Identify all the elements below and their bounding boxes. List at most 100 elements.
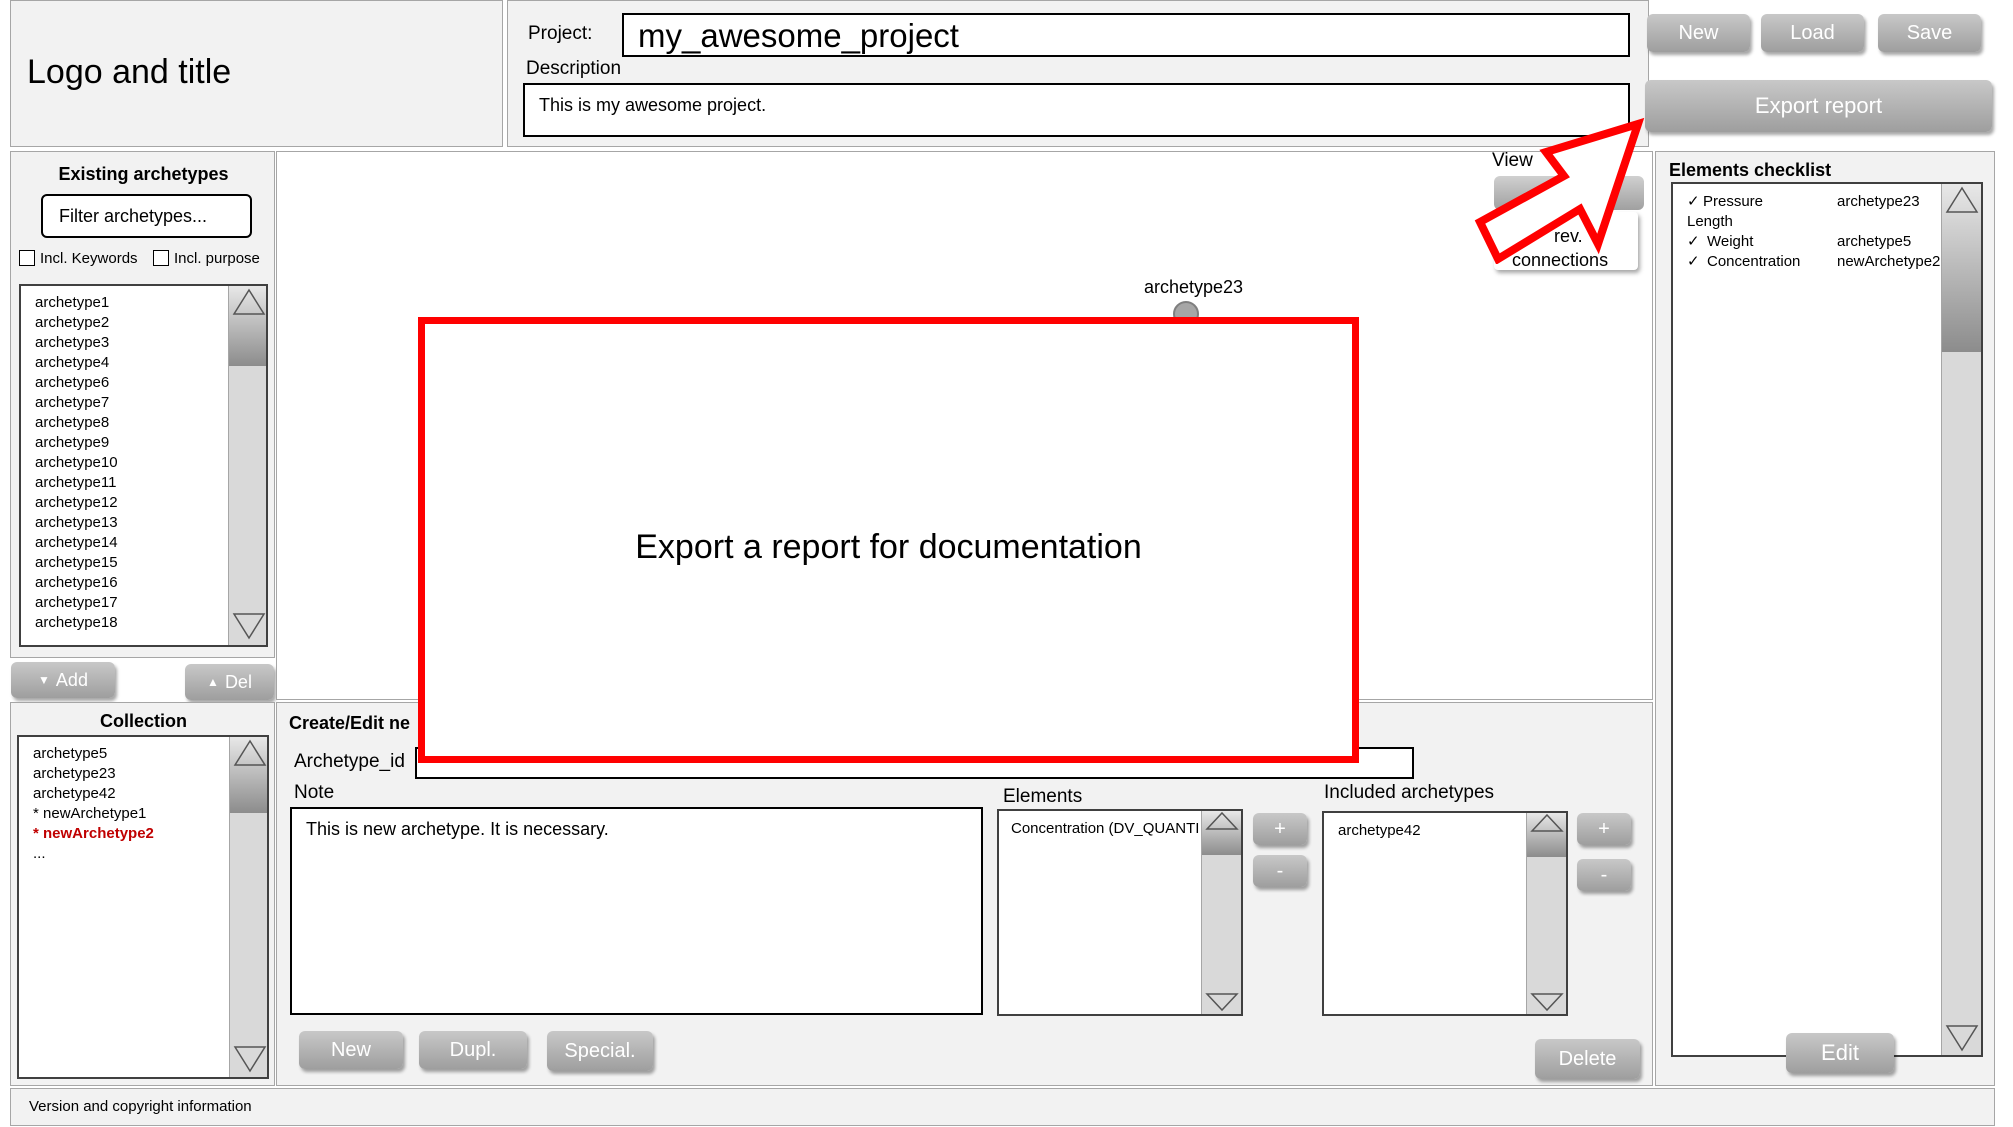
collection-scrollbar[interactable] bbox=[229, 737, 267, 1077]
included-list-items: archetype42 bbox=[1338, 821, 1421, 841]
remove-element-button[interactable]: - bbox=[1253, 855, 1307, 887]
caret-up-icon: ▲ bbox=[207, 675, 219, 689]
collection-panel: Collection archetype5 archetype23 archet… bbox=[10, 702, 275, 1086]
list-item[interactable]: archetype23 bbox=[33, 764, 154, 784]
load-project-button[interactable]: Load bbox=[1761, 14, 1864, 52]
list-item[interactable]: archetype13 bbox=[35, 513, 118, 533]
checklist-title: Elements checklist bbox=[1669, 160, 1832, 180]
caret-down-icon: ▼ bbox=[38, 673, 50, 687]
note-label: Note bbox=[294, 782, 335, 803]
list-item[interactable]: Concentration (DV_QUANTI bbox=[1011, 819, 1211, 839]
incl-keywords-checkbox[interactable]: Incl. Keywords bbox=[19, 250, 138, 267]
collection-title: Collection bbox=[99, 711, 187, 731]
description-value: This is my awesome project. bbox=[539, 95, 767, 115]
list-item-selected[interactable]: * newArchetype2 bbox=[33, 824, 154, 844]
included-scrollbar[interactable] bbox=[1526, 813, 1566, 1014]
keywords-checkbox-box[interactable] bbox=[19, 250, 35, 266]
list-item[interactable]: ... bbox=[33, 844, 154, 864]
list-item[interactable]: * newArchetype1 bbox=[33, 804, 154, 824]
delete-from-collection-button[interactable]: ▲ Del bbox=[185, 664, 274, 700]
list-item[interactable]: archetype4 bbox=[35, 353, 118, 373]
duplicate-archetype-button[interactable]: Dupl. bbox=[419, 1031, 527, 1069]
delete-archetype-button[interactable]: Delete bbox=[1535, 1039, 1640, 1079]
scroll-down-icon[interactable] bbox=[1205, 992, 1239, 1012]
add-to-collection-button[interactable]: ▼ Add bbox=[11, 662, 115, 698]
scroll-up-icon[interactable] bbox=[232, 288, 266, 316]
project-label: Project: bbox=[528, 23, 593, 44]
list-item[interactable]: archetype11 bbox=[35, 473, 118, 493]
checklist-scrollbar[interactable] bbox=[1941, 184, 1981, 1055]
list-item[interactable]: archetype17 bbox=[35, 593, 118, 613]
callout-arrow-icon bbox=[1474, 117, 1645, 264]
add-included-button[interactable]: + bbox=[1577, 813, 1631, 845]
logo-panel: Logo and title bbox=[10, 0, 503, 147]
archetypes-panel-title: Existing archetypes bbox=[58, 164, 229, 184]
list-item[interactable]: archetype6 bbox=[35, 373, 118, 393]
del-label: Del bbox=[224, 671, 252, 692]
element-archetype: archetype5 bbox=[1837, 233, 1912, 250]
elements-list[interactable]: Concentration (DV_QUANTI bbox=[997, 809, 1243, 1016]
list-item[interactable]: archetype16 bbox=[35, 573, 118, 593]
included-archetypes-list[interactable]: archetype42 bbox=[1322, 811, 1568, 1016]
checklist-box[interactable]: ✓ Pressure archetype23 Length ✓ Weight arc… bbox=[1671, 182, 1983, 1057]
logo-title: Logo and title bbox=[27, 53, 232, 91]
element-name: Pressure bbox=[1703, 193, 1764, 210]
list-item[interactable]: archetype12 bbox=[35, 493, 118, 513]
elements-scrollbar[interactable] bbox=[1201, 811, 1241, 1014]
description-input[interactable]: This is my awesome project. bbox=[523, 83, 1630, 137]
list-item[interactable]: archetype9 bbox=[35, 433, 118, 453]
archetypes-scrollbar[interactable] bbox=[228, 286, 266, 645]
scroll-up-icon[interactable] bbox=[233, 739, 267, 767]
list-item[interactable]: archetype8 bbox=[35, 413, 118, 433]
archetypes-list[interactable]: archetype1 archetype2 archetype3 archety… bbox=[19, 284, 268, 647]
incl-purpose-checkbox[interactable]: Incl. purpose bbox=[153, 250, 260, 267]
incl-purpose-label: Incl. purpose bbox=[174, 250, 260, 267]
new-archetype-button[interactable]: New bbox=[299, 1031, 403, 1069]
list-item[interactable]: archetype42 bbox=[1338, 821, 1421, 841]
checklist-row[interactable]: Length bbox=[1687, 212, 1957, 232]
node-label: archetype23 bbox=[1144, 277, 1244, 297]
archetype-id-label: Archetype_id bbox=[294, 751, 405, 772]
list-item[interactable]: archetype18 bbox=[35, 613, 118, 633]
archetypes-list-items: archetype1 archetype2 archetype3 archety… bbox=[35, 293, 118, 633]
footer: Version and copyright information bbox=[10, 1088, 1995, 1126]
elements-label: Elements bbox=[1003, 786, 1083, 807]
specialize-archetype-button[interactable]: Special. bbox=[547, 1031, 653, 1071]
scroll-down-icon[interactable] bbox=[1945, 1024, 1979, 1052]
checklist-row[interactable]: ✓ Pressure archetype23 bbox=[1687, 192, 1957, 212]
export-report-button[interactable]: Export report bbox=[1645, 80, 1992, 132]
new-project-button[interactable]: New bbox=[1647, 14, 1750, 52]
scroll-up-icon[interactable] bbox=[1205, 811, 1239, 831]
project-name-input[interactable]: my_awesome_project bbox=[622, 13, 1630, 57]
scroll-down-icon[interactable] bbox=[233, 1045, 267, 1073]
checklist-row[interactable]: ✓ Concentration newArchetype2 bbox=[1687, 252, 1957, 272]
list-item[interactable]: archetype42 bbox=[33, 784, 154, 804]
element-name: Concentration bbox=[1707, 253, 1801, 270]
purpose-checkbox-box[interactable] bbox=[153, 250, 169, 266]
checklist-row[interactable]: ✓ Weight archetype5 bbox=[1687, 232, 1957, 252]
scroll-down-icon[interactable] bbox=[232, 612, 266, 640]
scroll-up-icon[interactable] bbox=[1945, 186, 1979, 214]
filter-archetypes-input[interactable]: Filter archetypes... bbox=[41, 194, 252, 238]
list-item[interactable]: archetype3 bbox=[35, 333, 118, 353]
edit-checklist-button[interactable]: Edit bbox=[1786, 1033, 1894, 1073]
scroll-down-icon[interactable] bbox=[1530, 992, 1564, 1012]
remove-included-button[interactable]: - bbox=[1577, 859, 1631, 891]
collection-list[interactable]: archetype5 archetype23 archetype42 * new… bbox=[17, 735, 269, 1079]
list-item[interactable]: archetype15 bbox=[35, 553, 118, 573]
element-name: Length bbox=[1687, 213, 1733, 230]
scroll-up-icon[interactable] bbox=[1530, 813, 1564, 833]
description-label: Description bbox=[526, 58, 622, 79]
list-item[interactable]: archetype14 bbox=[35, 533, 118, 553]
list-item[interactable]: archetype10 bbox=[35, 453, 118, 473]
list-item[interactable]: archetype2 bbox=[35, 313, 118, 333]
list-item[interactable]: archetype1 bbox=[35, 293, 118, 313]
collection-list-items: archetype5 archetype23 archetype42 * new… bbox=[33, 744, 154, 864]
list-item[interactable]: archetype7 bbox=[35, 393, 118, 413]
list-item[interactable]: archetype5 bbox=[33, 744, 154, 764]
footer-text: Version and copyright information bbox=[29, 1098, 252, 1115]
save-project-button[interactable]: Save bbox=[1878, 14, 1981, 52]
add-element-button[interactable]: + bbox=[1253, 813, 1307, 845]
note-textarea[interactable]: This is new archetype. It is necessary. bbox=[290, 807, 983, 1015]
element-archetype: newArchetype2 bbox=[1837, 253, 1941, 270]
